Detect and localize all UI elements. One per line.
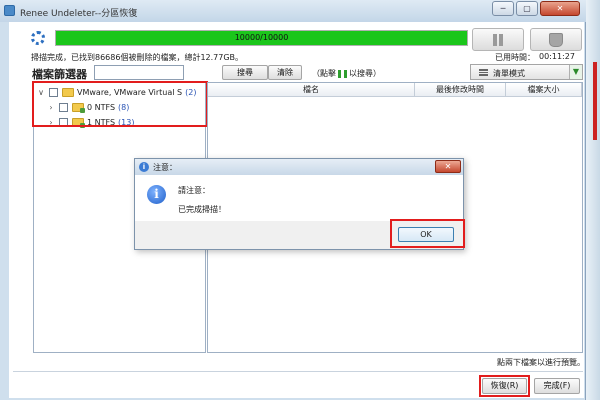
pause-icon xyxy=(491,33,505,46)
dialog-message-line1: 請注意： xyxy=(178,186,210,195)
column-header-size[interactable]: 檔案大小 xyxy=(506,83,582,97)
stop-icon xyxy=(549,32,563,47)
file-filter-label: 檔案篩選器 xyxy=(32,68,87,81)
elapsed-time-label: 已用時間： xyxy=(495,53,535,62)
chevron-down-icon[interactable]: ▼ xyxy=(569,65,582,79)
search-button[interactable]: 搜尋 xyxy=(222,65,268,80)
dialog-message-line2: 已完成掃描！ xyxy=(178,205,226,214)
column-header-filename[interactable]: 檔名 xyxy=(208,83,415,97)
ok-highlight-box xyxy=(390,219,465,248)
minimize-button[interactable]: ─ xyxy=(492,1,514,16)
desktop-highlight-edge xyxy=(593,62,597,140)
loading-spinner-icon xyxy=(31,31,45,45)
close-button[interactable]: ✕ xyxy=(540,1,580,16)
title-bar[interactable]: Renee Undeleter--分區恢復 ─ ▢ ✕ xyxy=(0,0,586,22)
finish-button[interactable]: 完成(F) xyxy=(534,378,580,394)
elapsed-time-value: 00:11:27 xyxy=(539,52,575,61)
dialog-title-bar[interactable]: i 注意： ✕ xyxy=(135,159,463,175)
recover-highlight-box xyxy=(479,375,530,397)
pause-hint-icon xyxy=(338,69,347,78)
list-view-icon xyxy=(479,69,488,76)
view-mode-label: 清單模式 xyxy=(493,69,525,78)
view-mode-select[interactable]: 清單模式 ▼ xyxy=(470,64,583,80)
preview-hint: 點兩下檔案以進行預覽。 xyxy=(497,358,585,367)
dialog-close-button[interactable]: ✕ xyxy=(435,160,461,173)
desktop-background xyxy=(586,0,600,400)
stop-button[interactable] xyxy=(530,28,582,51)
clear-button[interactable]: 清除 xyxy=(268,65,302,80)
dialog-body: i 請注意： 已完成掃描！ xyxy=(135,175,463,221)
search-hint-after: 以搜尋） xyxy=(349,69,381,78)
window-title: Renee Undeleter--分區恢復 xyxy=(20,9,138,19)
app-icon xyxy=(4,5,15,16)
scan-status-text: 掃描完成，已找到86686個被刪除的檔案，總計12.77GB。 xyxy=(31,53,244,62)
pause-button[interactable] xyxy=(472,28,524,51)
tree-highlight-box xyxy=(32,81,208,127)
footer-divider xyxy=(13,371,583,372)
dialog-title: 注意： xyxy=(153,163,177,172)
maximize-button[interactable]: ▢ xyxy=(516,1,538,16)
filter-input[interactable] xyxy=(94,65,184,80)
window-controls: ─ ▢ ✕ xyxy=(490,1,580,16)
search-hint: （點擊 以搜尋） xyxy=(312,68,381,79)
search-hint-before: （點擊 xyxy=(312,69,336,78)
progress-text: 10000/10000 xyxy=(234,33,289,42)
scan-progress-bar: 10000/10000 xyxy=(55,30,468,46)
info-icon: i xyxy=(147,185,166,204)
info-icon: i xyxy=(139,162,149,172)
column-header-modified[interactable]: 最後修改時間 xyxy=(415,83,506,97)
